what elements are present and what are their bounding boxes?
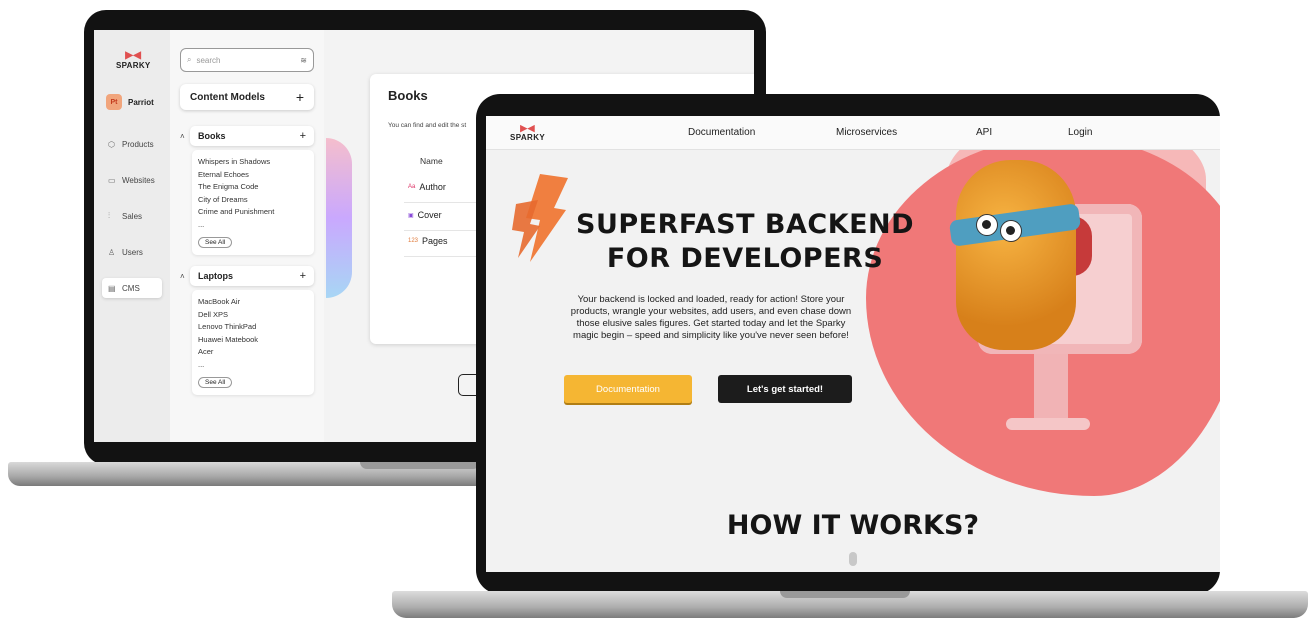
sparky-logo-icon: ▶◀ (125, 50, 142, 61)
list-item[interactable]: Eternal Echoes (198, 169, 308, 182)
model-group-books: ˄ Books + Whispers in Shadows Eternal Ec… (180, 126, 314, 255)
sidebar-item-cms[interactable]: ▤ CMS (102, 278, 162, 298)
list-item[interactable]: MacBook Air (198, 296, 308, 309)
monitor-foot (1006, 418, 1090, 430)
search-input[interactable]: ⌕ search ≋ (180, 48, 314, 72)
monitor-stand (1034, 354, 1068, 424)
scroll-indicator[interactable] (849, 552, 857, 566)
cms-nav: ⬡ Products ▭ Websites ⫶ Sales ♙ Users ▤ (102, 134, 162, 314)
landing-screen: ▶◀ SPARKY Documentation Microservices AP… (486, 116, 1220, 572)
nav-link-documentation[interactable]: Documentation (688, 127, 755, 138)
cms-logo[interactable]: ▶◀ SPARKY (116, 50, 151, 70)
group-title[interactable]: Laptops + (190, 266, 314, 286)
content-models-header[interactable]: Content Models + (180, 84, 314, 110)
avatar: Pt (106, 94, 122, 110)
mascot-illustration (956, 160, 1076, 350)
mascot-illustration (326, 138, 352, 298)
group-items: MacBook Air Dell XPS Lenovo ThinkPad Hua… (192, 290, 314, 395)
list-item[interactable]: Huawei Matebook (198, 334, 308, 347)
cms-sidebar: ▶◀ SPARKY Pt Parriot ⬡ Products ▭ Websit… (94, 30, 170, 442)
content-models-panel: ⌕ search ≋ Content Models + ˄ Books + Wh… (170, 30, 324, 442)
see-all-button[interactable]: See All (198, 377, 233, 388)
group-items: Whispers in Shadows Eternal Echoes The E… (192, 150, 314, 255)
list-item[interactable]: City of Dreams (198, 194, 308, 207)
mascot-eye (1000, 220, 1022, 242)
add-model-icon[interactable]: + (296, 89, 304, 105)
list-item[interactable]: Lenovo ThinkPad (198, 321, 308, 334)
sidebar-item-sales[interactable]: ⫶ Sales (102, 206, 162, 226)
sidebar-item-users[interactable]: ♙ Users (102, 242, 162, 262)
get-started-button[interactable]: Let's get started! (718, 375, 852, 403)
search-icon: ⌕ (187, 55, 192, 64)
site-logo[interactable]: ▶◀ SPARKY (510, 123, 545, 143)
section-heading: How it works? (726, 510, 980, 541)
model-group-laptops: ˄ Laptops + MacBook Air Dell XPS Lenovo … (180, 266, 314, 395)
front-laptop: ▶◀ SPARKY Documentation Microservices AP… (390, 88, 1313, 628)
add-item-icon[interactable]: + (300, 130, 306, 142)
sparky-logo-icon: ▶◀ (520, 123, 535, 133)
top-nav: ▶◀ SPARKY Documentation Microservices AP… (486, 116, 1220, 150)
cube-icon: ⬡ (108, 139, 115, 149)
user-icon: ♙ (108, 247, 116, 257)
hero-description: Your backend is locked and loaded, ready… (570, 294, 852, 341)
laptop-notch (780, 591, 910, 598)
nav-link-microservices[interactable]: Microservices (836, 127, 897, 138)
list-item[interactable]: Crime and Punishment (198, 206, 308, 219)
list-item[interactable]: Acer (198, 346, 308, 359)
see-all-button[interactable]: See All (198, 237, 233, 248)
document-icon: ▤ (108, 283, 116, 293)
mascot-eye (976, 214, 998, 236)
list-item[interactable]: Whispers in Shadows (198, 156, 308, 169)
list-item: ... (198, 359, 205, 369)
chart-icon: ⫶ (108, 211, 110, 220)
list-item[interactable]: Dell XPS (198, 309, 308, 322)
add-item-icon[interactable]: + (300, 270, 306, 282)
user-name: Parriot (128, 97, 154, 107)
documentation-button[interactable]: Documentation (564, 375, 692, 403)
filter-icon[interactable]: ≋ (300, 56, 307, 65)
sidebar-item-websites[interactable]: ▭ Websites (102, 170, 162, 190)
list-item: ... (198, 219, 205, 229)
sidebar-item-products[interactable]: ⬡ Products (102, 134, 162, 154)
list-item[interactable]: The Enigma Code (198, 181, 308, 194)
hero-heading: Superfast Backend for Developers (576, 209, 915, 274)
lightning-bolt-icon (512, 174, 568, 262)
nav-link-login[interactable]: Login (1068, 127, 1092, 138)
chevron-up-icon[interactable]: ˄ (180, 132, 190, 141)
chevron-up-icon[interactable]: ˄ (180, 272, 190, 281)
group-title[interactable]: Books + (190, 126, 314, 146)
user-profile[interactable]: Pt Parriot (106, 94, 154, 110)
monitor-icon: ▭ (108, 175, 116, 185)
nav-link-api[interactable]: API (976, 127, 992, 138)
